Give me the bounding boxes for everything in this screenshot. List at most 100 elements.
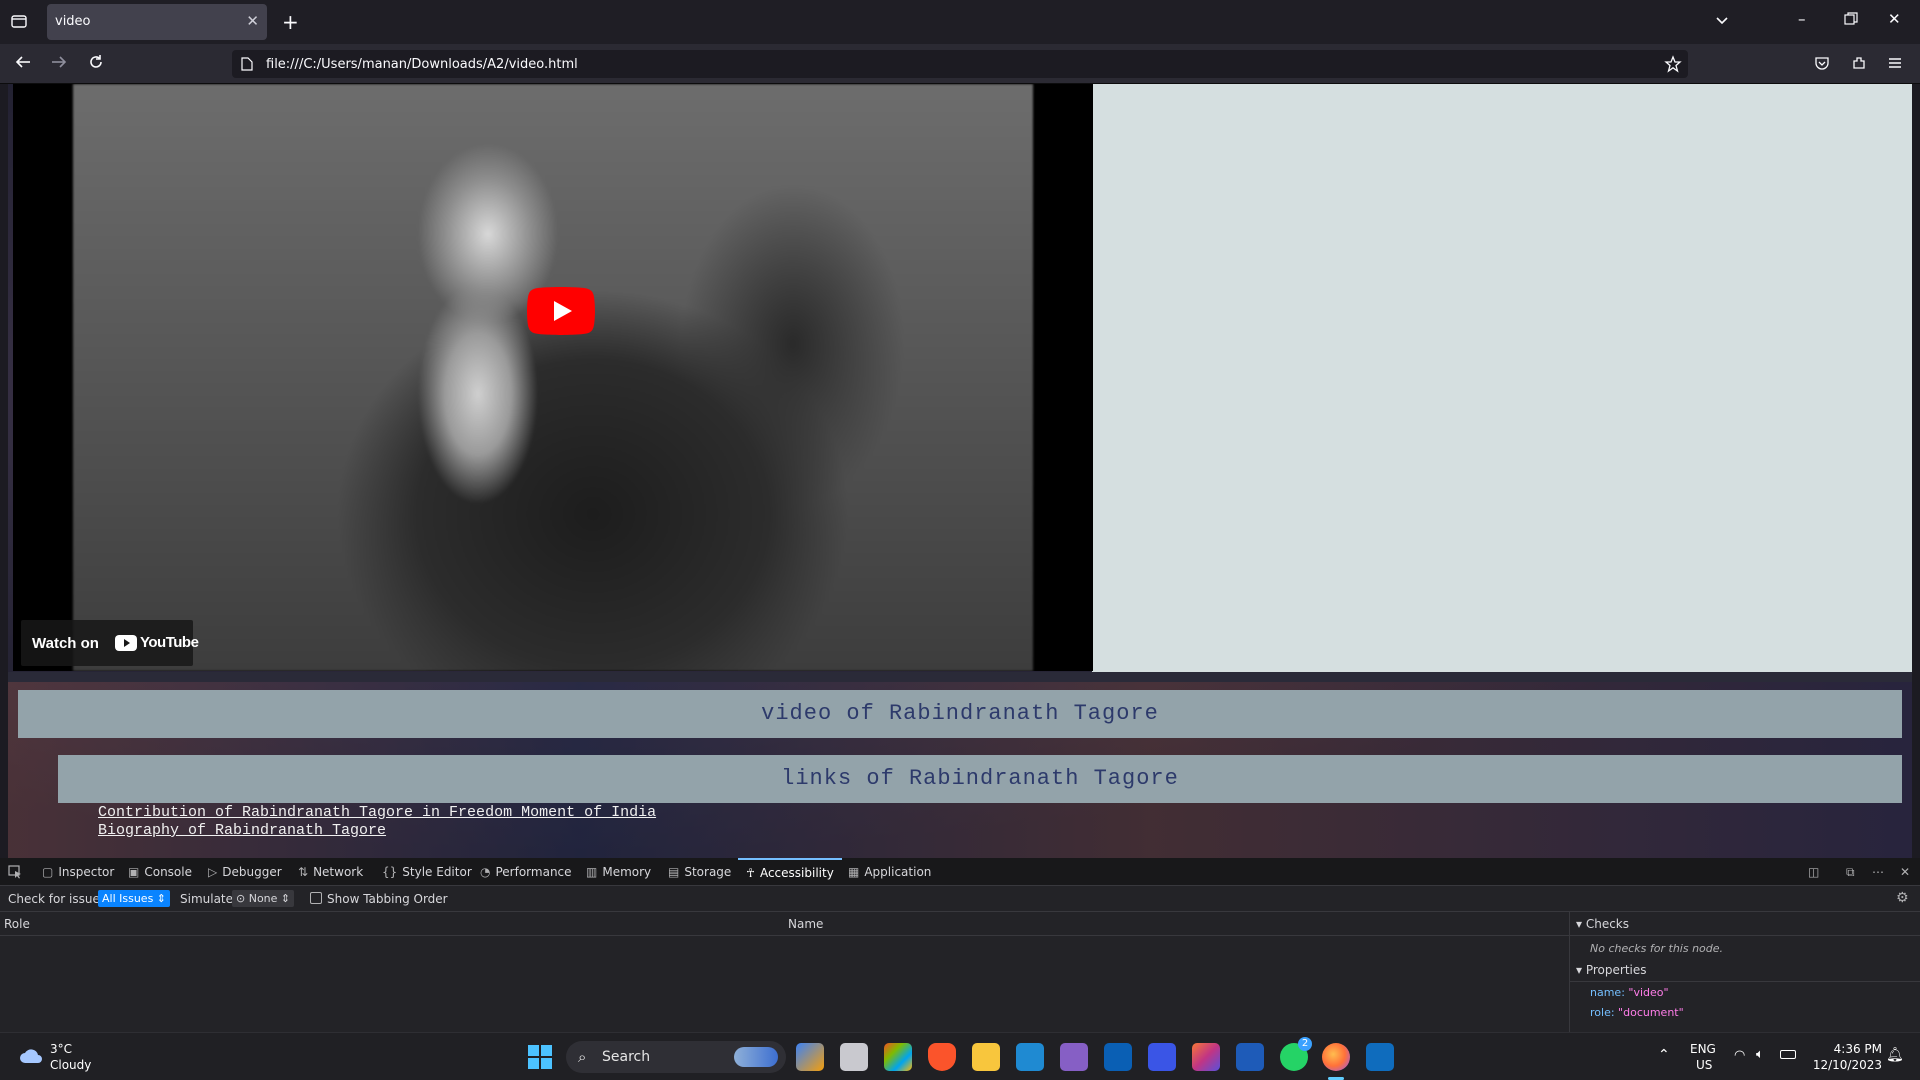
tab-console[interactable]: ▣ Console	[128, 858, 192, 886]
visual-studio-icon[interactable]	[1060, 1043, 1088, 1071]
clock-date[interactable]: 12/10/2023	[1812, 1058, 1882, 1072]
notifications-bell-icon[interactable]: 🔔︎	[1886, 1047, 1904, 1063]
tab-application[interactable]: ▦ Application	[848, 858, 931, 886]
weather-temp[interactable]: 3°C	[50, 1042, 72, 1056]
element-picker-icon[interactable]	[8, 858, 22, 886]
tabbing-order-checkbox[interactable]	[310, 892, 322, 904]
page-icon	[241, 57, 253, 71]
copilot-icon[interactable]	[796, 1043, 824, 1071]
storage-icon: ▤	[668, 865, 680, 879]
more-options-icon[interactable]: ⋯	[1872, 858, 1884, 886]
youtube-logo-icon: YouTube	[115, 634, 199, 651]
windows-start-icon[interactable]	[528, 1045, 552, 1069]
battery-icon[interactable]	[1780, 1050, 1796, 1059]
check-issues-select[interactable]: All Issues ⇕	[98, 890, 171, 907]
app-icon[interactable]	[1148, 1043, 1176, 1071]
properties-section-header[interactable]: ▾ Properties	[1570, 958, 1920, 982]
link-biography[interactable]: Biography of Rabindranath Tagore	[98, 822, 386, 839]
watch-on-youtube-button[interactable]: Watch on YouTube	[21, 620, 199, 666]
vscode-icon[interactable]	[1016, 1043, 1044, 1071]
tab-label: Memory	[602, 865, 652, 879]
restore-icon[interactable]	[1844, 12, 1858, 26]
tab-label: Console	[144, 865, 192, 879]
forward-icon[interactable]	[50, 53, 68, 71]
list-all-tabs-icon[interactable]	[1714, 12, 1730, 28]
properties-header-label: Properties	[1585, 963, 1647, 977]
property-value: "document"	[1618, 1006, 1684, 1019]
tab-storage[interactable]: ▤ Storage	[668, 858, 731, 886]
link-freedom-contribution[interactable]: Contribution of Rabindranath Tagore in F…	[98, 804, 656, 821]
tab-accessibility[interactable]: ☥ Accessibility	[738, 858, 842, 886]
accessibility-toolbar: Check for issues: All Issues ⇕ Simulate:…	[0, 886, 1920, 912]
tab-close-icon[interactable]: ✕	[246, 12, 259, 30]
file-explorer-icon[interactable]	[972, 1043, 1000, 1071]
checks-header-label: Checks	[1585, 917, 1630, 931]
play-button[interactable]	[527, 287, 595, 335]
tab-performance[interactable]: ◔ Performance	[480, 858, 572, 886]
browser-tab-bar: video ✕ + – ✕	[0, 0, 1920, 44]
tree-column-header: Role Name	[0, 912, 1569, 936]
show-hidden-icons-icon[interactable]: ⌃	[1658, 1047, 1670, 1063]
tab-video[interactable]: video ✕	[47, 4, 267, 40]
page-side-panel	[1092, 84, 1912, 680]
application-icon: ▦	[848, 865, 860, 879]
youtube-video-embed[interactable]: Watch on YouTube	[13, 84, 1093, 671]
url-bar[interactable]: file:///C:/Users/manan/Downloads/A2/vide…	[232, 50, 1688, 78]
page-divider	[8, 672, 1912, 682]
property-key: role:	[1590, 1006, 1615, 1019]
microsoft-store-icon[interactable]	[884, 1043, 912, 1071]
tab-style-editor[interactable]: {} Style Editor	[382, 858, 472, 886]
bookmark-star-icon[interactable]	[1664, 55, 1682, 73]
whatsapp-icon[interactable]: 2	[1280, 1037, 1312, 1071]
outlook-icon[interactable]	[1366, 1043, 1394, 1071]
language-top[interactable]: ENG	[1690, 1042, 1716, 1056]
firefox-icon[interactable]	[1322, 1043, 1350, 1071]
tab-label: Debugger	[222, 865, 282, 879]
check-issues-value: All Issues	[102, 892, 154, 905]
inspector-icon: ▢	[42, 865, 54, 879]
url-text: file:///C:/Users/manan/Downloads/A2/vide…	[266, 57, 578, 72]
tab-debugger[interactable]: ▷ Debugger	[208, 858, 282, 886]
tab-label: Storage	[684, 865, 732, 879]
settings-gear-icon[interactable]: ⚙	[1896, 890, 1909, 906]
weather-cloud-icon[interactable]	[18, 1045, 44, 1065]
outlook-new-icon[interactable]	[1104, 1043, 1132, 1071]
checks-section-header[interactable]: ▾ Checks	[1570, 912, 1920, 936]
tab-memory[interactable]: ▥ Memory	[586, 858, 651, 886]
popout-icon[interactable]: ⧉	[1846, 858, 1855, 886]
extensions-icon[interactable]	[1851, 55, 1867, 71]
accessibility-sidebar: ▾ Checks No checks for this node. ▾ Prop…	[1570, 912, 1920, 1032]
taskbar-search-box[interactable]: ⌕ Search	[566, 1041, 786, 1073]
column-role[interactable]: Role	[4, 917, 30, 931]
tabbing-order-label: Show Tabbing Order	[327, 892, 448, 906]
new-tab-icon[interactable]: +	[282, 10, 299, 34]
back-icon[interactable]	[14, 53, 32, 71]
language-bottom[interactable]: US	[1696, 1058, 1712, 1072]
page-body: Watch on YouTube video of Rabindranath T…	[8, 84, 1912, 858]
tab-inspector[interactable]: ▢ Inspector	[42, 858, 114, 886]
close-devtools-icon[interactable]: ✕	[1900, 858, 1910, 886]
simulate-value: None	[248, 892, 278, 905]
vpn-icon[interactable]	[1236, 1043, 1264, 1071]
pocket-icon[interactable]	[1814, 55, 1830, 71]
instagram-icon[interactable]	[1192, 1043, 1220, 1071]
brave-browser-icon[interactable]	[928, 1043, 956, 1071]
dock-side-icon[interactable]: ◫	[1808, 858, 1819, 886]
column-name[interactable]: Name	[788, 917, 823, 931]
performance-icon: ◔	[480, 865, 491, 879]
close-window-icon[interactable]: ✕	[1888, 10, 1901, 28]
menu-icon[interactable]	[1887, 55, 1903, 71]
tab-network[interactable]: ⇅ Network	[298, 858, 363, 886]
tab-label: Style Editor	[402, 865, 472, 879]
minimize-icon[interactable]: –	[1798, 10, 1806, 28]
weather-desc[interactable]: Cloudy	[50, 1058, 91, 1072]
reload-icon[interactable]	[87, 53, 105, 71]
tab-list-icon[interactable]	[10, 12, 28, 30]
page-scrollbar[interactable]	[1912, 84, 1920, 858]
simulate-select[interactable]: ⊙ None ⇕	[232, 890, 295, 907]
clock-time[interactable]: 4:36 PM	[1812, 1042, 1882, 1056]
property-role-row: role: "document"	[1590, 1006, 1684, 1019]
volume-icon[interactable]: 🔈︎	[1756, 1047, 1764, 1062]
wifi-icon[interactable]: ◠	[1734, 1048, 1745, 1063]
task-view-icon[interactable]	[840, 1043, 868, 1071]
